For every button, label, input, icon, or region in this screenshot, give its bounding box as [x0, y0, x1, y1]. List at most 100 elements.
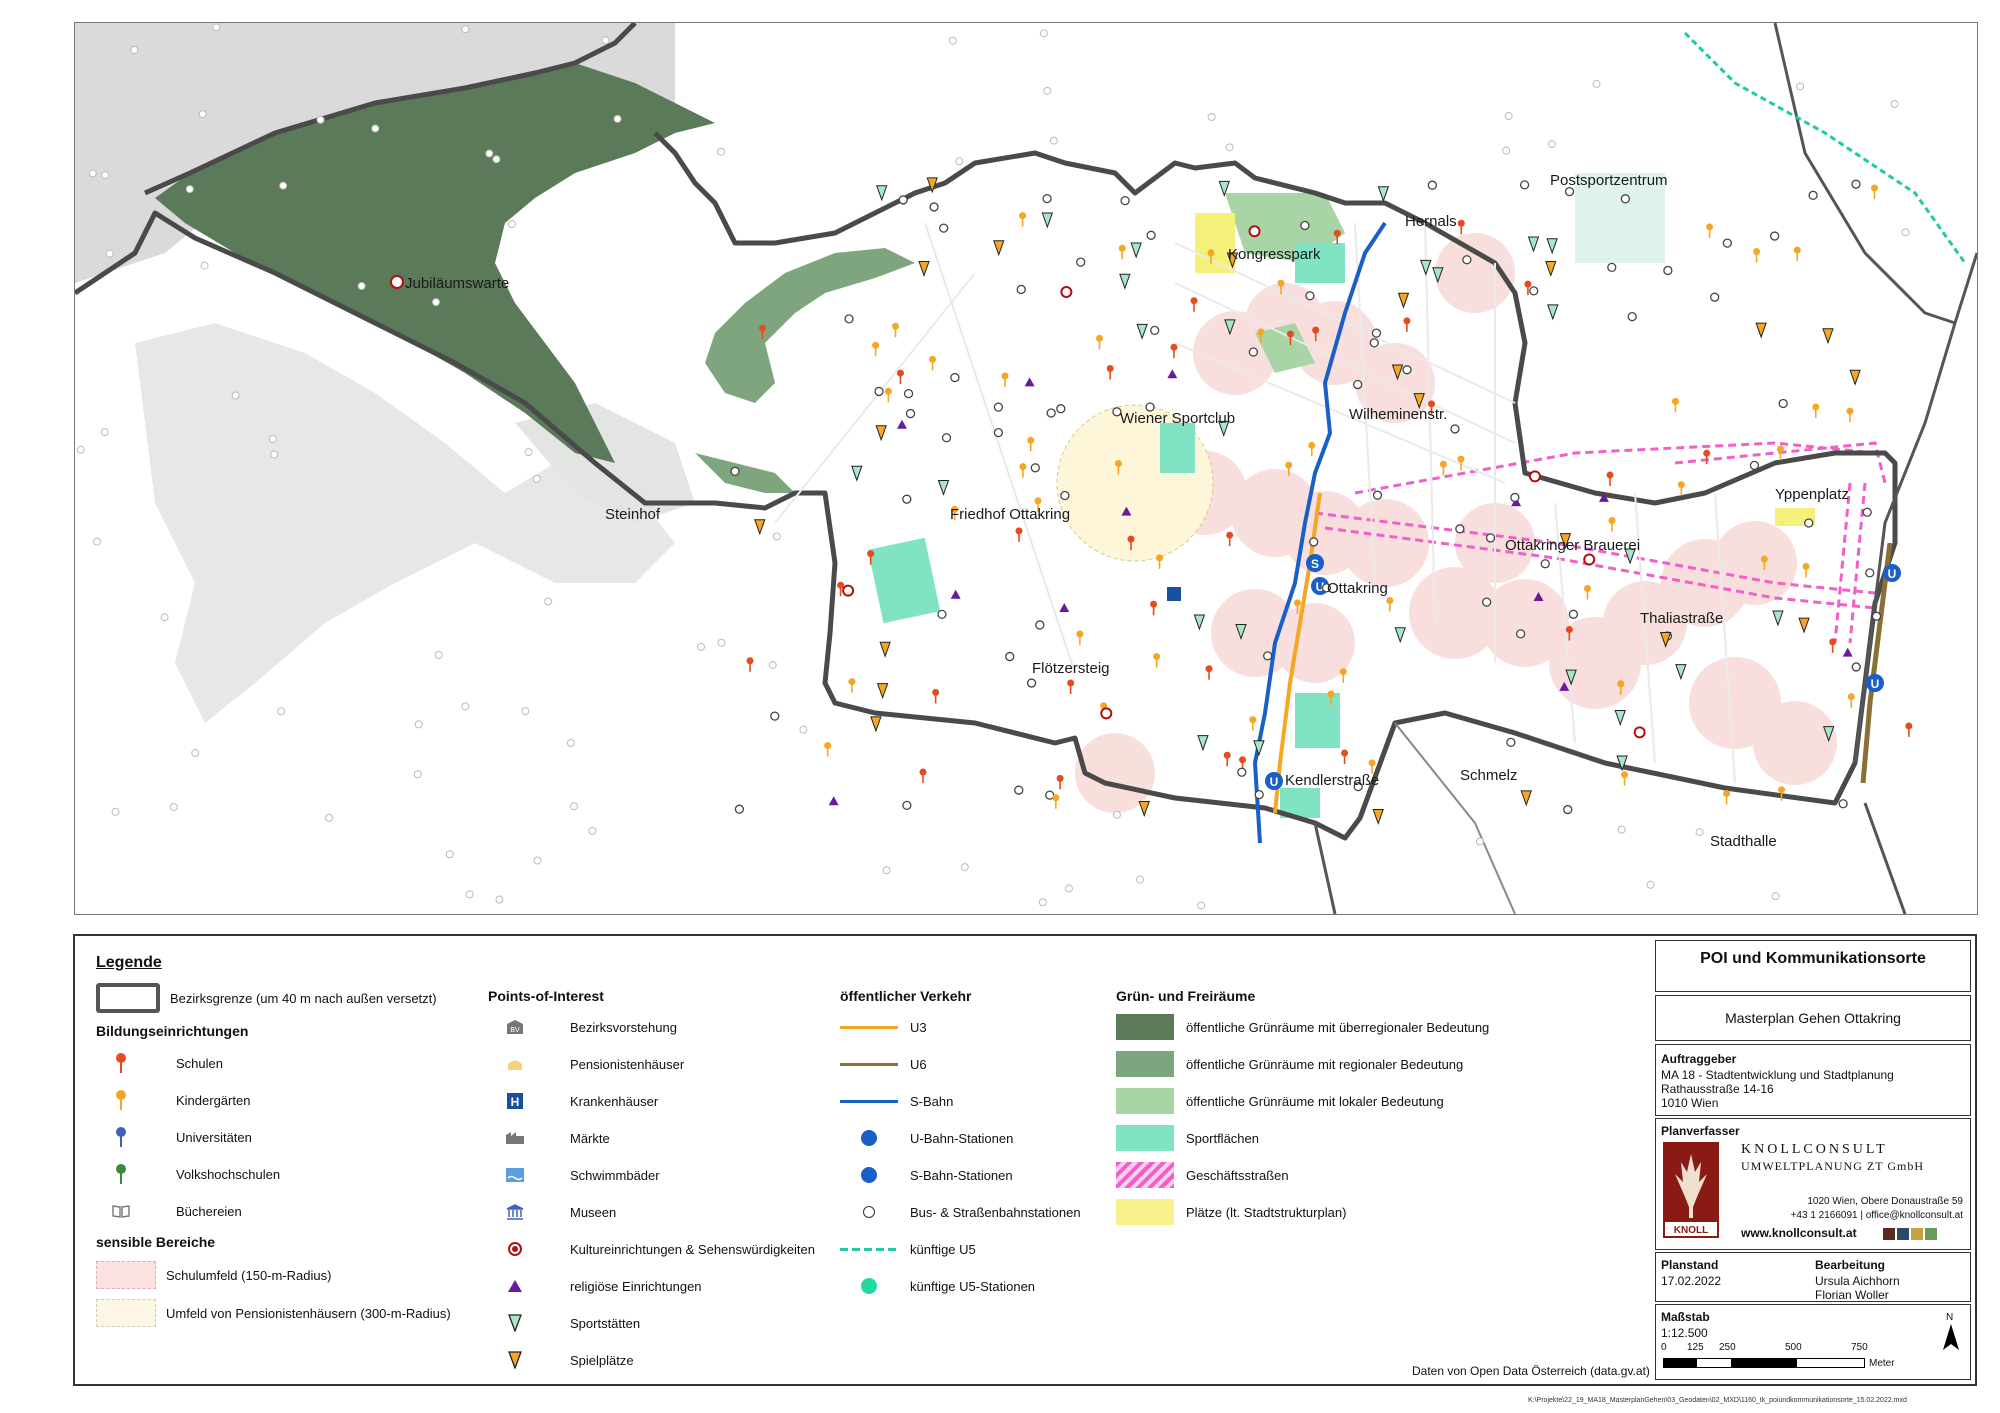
culture-marker: [390, 275, 404, 289]
legend-district-office-label: Bezirksvorstehung: [570, 1019, 677, 1035]
swimming-pool-icon: [500, 1164, 530, 1186]
legend-hospitals-label: Krankenhäuser: [570, 1093, 659, 1109]
market-icon: [500, 1127, 530, 1149]
bus-stop-marker: [1901, 228, 1910, 237]
bus-stop-marker: [950, 372, 960, 383]
kindergarten-marker: [1095, 334, 1103, 350]
legend-culture-label: Kultureinrichtungen & Sehenswürdigkeiten: [570, 1241, 815, 1257]
kindergarten-marker: [1052, 794, 1060, 809]
kindergarten-marker: [1793, 246, 1801, 262]
legend-ubahn-stations-label: U-Bahn-Stationen: [910, 1130, 1014, 1146]
kindergarten-marker: [1677, 481, 1685, 496]
school-marker: [1403, 317, 1411, 332]
place-label-schmelz: Schmelz: [1460, 767, 1518, 784]
transit-heading: öffentlicher Verkehr: [840, 988, 972, 1004]
data-source-note: Daten von Open Data Österreich (data.gv.…: [1412, 1364, 1650, 1378]
bus-stop-marker: [613, 114, 622, 123]
legend-shopping-streets: Geschäftsstraßen: [1116, 1162, 1289, 1188]
map-frame[interactable]: U S U U U Jubiläumswarte Kongresspark He…: [73, 21, 1979, 915]
map-title: POI und Kommunikationsorte: [1700, 950, 1926, 967]
place-label-steinhof: Steinhof: [605, 506, 661, 523]
bus-stop-marker: [198, 110, 207, 119]
bus-stop-marker: [1510, 492, 1520, 503]
place-label-stadthalle: Stadthalle: [1710, 833, 1777, 850]
map-subtitle: Masterplan Gehen Ottakring: [1725, 1010, 1901, 1026]
firm-subname: UMWELTPLANUNG ZT GmbH: [1741, 1159, 1924, 1173]
bus-stop-marker: [929, 202, 939, 212]
title-block: POI und Kommunikationsorte Masterplan Ge…: [1655, 940, 1971, 1380]
sport-venue-marker: [1193, 614, 1206, 631]
bus-stop-marker: [1851, 179, 1861, 189]
green-regional-swatch: [1116, 1051, 1174, 1077]
legend-adult-schools-label: Volkshochschulen: [176, 1166, 281, 1182]
bus-stop-marker: [100, 428, 109, 437]
legend-kindergartens: Kindergärten: [106, 1087, 250, 1113]
legend-u3-label: U3: [910, 1019, 927, 1035]
education-heading: Bildungseinrichtungen: [96, 1023, 249, 1039]
client-line: MA 18 - Stadtentwicklung und Stadtplanun…: [1661, 1068, 1894, 1082]
school-marker: [1457, 219, 1465, 235]
bus-stop-marker: [937, 609, 947, 620]
sport-venue-marker: [1675, 664, 1687, 681]
sport-venue-marker: [1547, 304, 1559, 321]
firm-website-link[interactable]: www.knollconsult.at: [1741, 1226, 1857, 1240]
place-label-kendlerstrasse: Kendlerstraße: [1285, 772, 1379, 789]
ubahn-station[interactable]: U: [1265, 772, 1283, 790]
ubahn-station[interactable]: U: [1883, 564, 1901, 582]
playground-marker: [1372, 809, 1384, 826]
neighbor-border: [1394, 722, 1516, 915]
legend-u5-stations-label: künftige U5-Stationen: [910, 1278, 1036, 1294]
bus-stop-marker: [1540, 559, 1550, 569]
bus-stop-marker: [1039, 29, 1048, 38]
svg-text:U: U: [1871, 677, 1880, 691]
scale-unit: Meter: [1869, 1358, 1895, 1369]
bus-stop-marker: [1026, 678, 1037, 688]
kindergarten-marker: [1019, 463, 1027, 478]
kindergarten-marker: [872, 341, 880, 357]
scale-bar: [1663, 1358, 1865, 1368]
kindergarten-marker: [848, 678, 856, 693]
bus-stop-marker: [1014, 785, 1024, 795]
legend-u5-stations: künftige U5-Stationen: [840, 1273, 1035, 1299]
firm-name: KNOLLCONSULT: [1741, 1142, 1888, 1157]
scale-tick: 0: [1661, 1342, 1667, 1353]
legend-squares-label: Plätze (lt. Stadtstrukturplan): [1186, 1204, 1347, 1220]
sbahn-station[interactable]: S: [1306, 554, 1324, 572]
school-marker: [1226, 531, 1234, 547]
bus-stop-marker: [371, 124, 380, 133]
bus-stop-marker: [1300, 220, 1310, 231]
neighbor-border: [1773, 22, 1956, 325]
school-marker: [1190, 297, 1198, 312]
religious-marker: [828, 796, 839, 806]
school-marker: [1015, 527, 1023, 542]
kindergarten-marker: [1027, 436, 1035, 452]
culture-marker: [1528, 470, 1541, 483]
legend-green-regional-label: öffentliche Grünräume mit regionaler Bed…: [1186, 1056, 1464, 1072]
bus-stop-marker: [533, 856, 542, 865]
bus-stop-marker: [588, 826, 597, 835]
place-label-postsportzentrum: Postsportzentrum: [1550, 172, 1668, 189]
culture-marker: [1100, 707, 1113, 720]
u5-station-dot-icon: [861, 1278, 877, 1294]
bus-stop-marker: [1890, 100, 1899, 109]
culture-marker: [1583, 553, 1596, 566]
playground-marker: [1822, 328, 1834, 345]
sbahn-station-dot-icon: [861, 1167, 877, 1183]
legend-green-regional: öffentliche Grünräume mit regionaler Bed…: [1116, 1051, 1463, 1077]
bus-stop-marker: [1462, 255, 1472, 265]
legend-green-local-label: öffentliche Grünräume mit lokaler Bedeut…: [1186, 1093, 1444, 1109]
legend-libraries-label: Büchereien: [176, 1203, 242, 1219]
bus-stop-marker: [88, 169, 97, 178]
sport-venue-marker: [1772, 610, 1784, 627]
bus-stop-marker: [465, 890, 474, 899]
ubahn-station[interactable]: U: [1866, 674, 1884, 692]
school-marker: [1606, 471, 1614, 486]
legend-district-border: Bezirksgrenze (um 40 m nach außen verset…: [96, 983, 437, 1013]
map-canvas[interactable]: U S U U U Jubiläumswarte Kongresspark He…: [73, 21, 1979, 915]
bus-stop-marker: [1771, 892, 1780, 901]
bus-stop-marker: [1207, 112, 1216, 121]
square-swatch: [1116, 1199, 1174, 1225]
playground-icon: [500, 1349, 530, 1371]
bus-stop-marker: [1710, 292, 1720, 302]
bus-stop-marker: [734, 804, 745, 814]
